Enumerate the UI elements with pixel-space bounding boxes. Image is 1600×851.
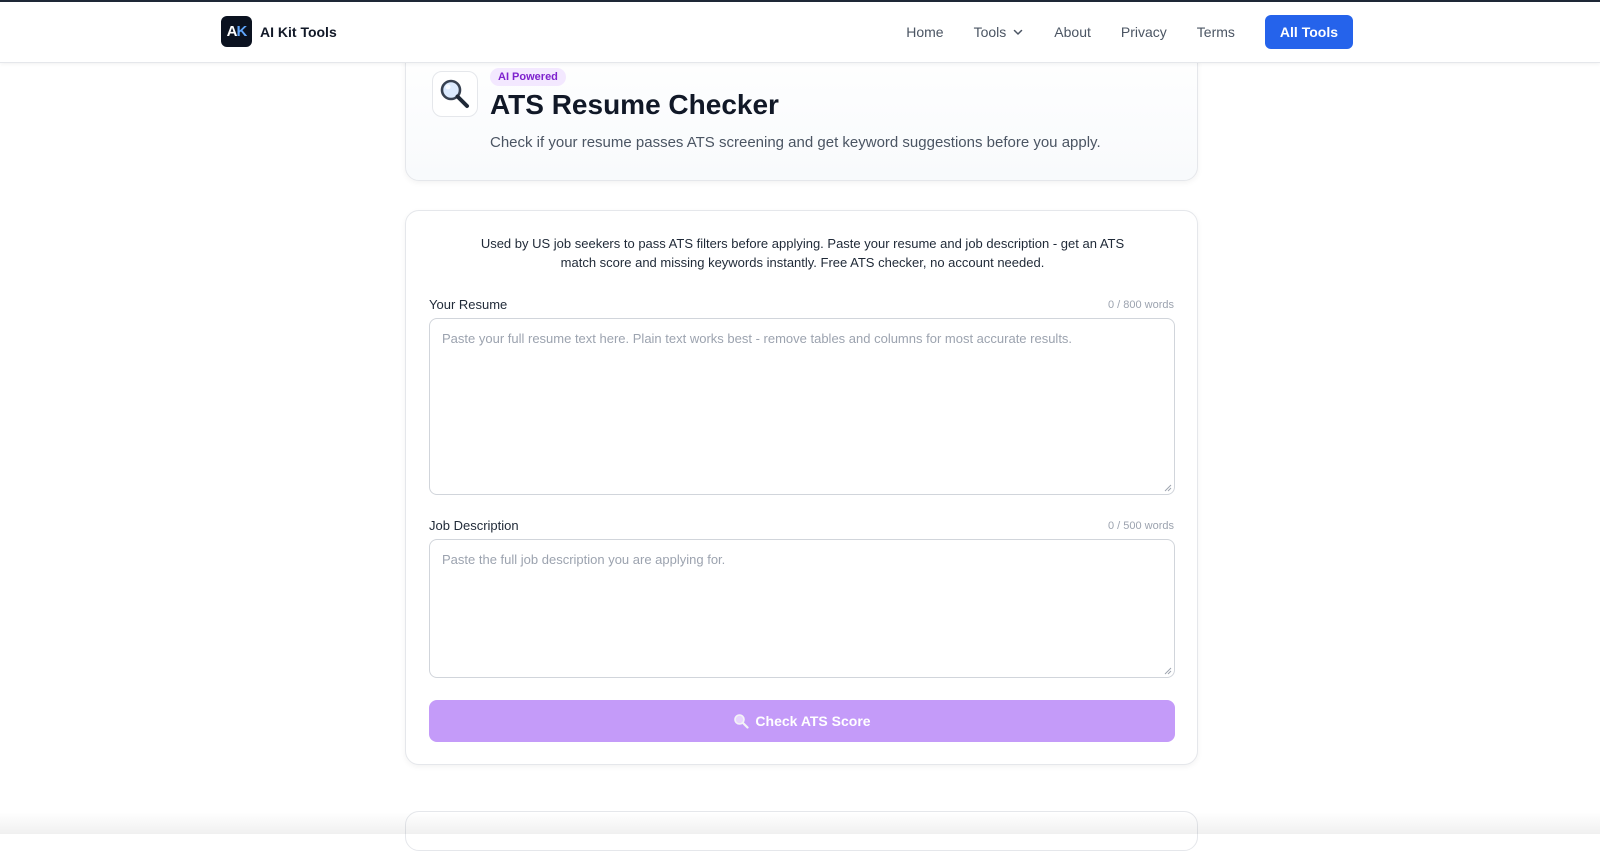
ai-powered-badge: AI Powered (490, 68, 566, 86)
nav-tools-dropdown[interactable]: Tools (974, 15, 1025, 49)
brand-name: AI Kit Tools (260, 23, 337, 40)
nav-privacy[interactable]: Privacy (1121, 15, 1167, 49)
nav-tools-label: Tools (973, 24, 1007, 40)
next-section-card (405, 811, 1198, 851)
job-description-textarea[interactable]: Paste the full job description you are a… (429, 539, 1175, 678)
nav-about[interactable]: About (1054, 15, 1091, 49)
job-description-placeholder: Paste the full job description you are a… (442, 552, 726, 567)
brand-link[interactable]: AK AI Kit Tools (221, 16, 337, 47)
nav-home[interactable]: Home (906, 15, 943, 49)
brand-logo: AK (221, 16, 252, 47)
resume-textarea[interactable]: Paste your full resume text here. Plain … (429, 318, 1175, 495)
check-ats-score-button[interactable]: Check ATS Score (429, 700, 1175, 742)
magnifying-glass-icon (432, 71, 478, 117)
resume-word-counter: 0 / 800 words (1107, 299, 1174, 311)
page-subtitle: Check if your resume passes ATS screenin… (490, 134, 1101, 151)
page-title: ATS Resume Checker (490, 89, 779, 120)
job-description-label: Job Description (429, 518, 519, 533)
chevron-down-icon (1014, 29, 1023, 35)
resume-placeholder: Paste your full resume text here. Plain … (442, 331, 1073, 346)
top-navbar: AK AI Kit Tools Home Tools About Privacy… (0, 2, 1600, 63)
resume-label: Your Resume (429, 297, 508, 312)
job-description-word-counter: 0 / 500 words (1107, 520, 1174, 532)
ats-form-card: Used by US job seekers to pass ATS filte… (405, 210, 1198, 765)
all-tools-button[interactable]: All Tools (1264, 15, 1353, 49)
resize-handle-icon[interactable] (1164, 667, 1172, 675)
magnifying-glass-icon (734, 714, 750, 729)
check-ats-score-label: Check ATS Score (755, 713, 871, 729)
form-intro: Used by US job seekers to pass ATS filte… (480, 236, 1125, 270)
main-nav: Home Tools About Privacy Terms All Tools (876, 15, 1353, 49)
resize-handle-icon[interactable] (1164, 484, 1172, 492)
nav-terms[interactable]: Terms (1197, 15, 1235, 49)
